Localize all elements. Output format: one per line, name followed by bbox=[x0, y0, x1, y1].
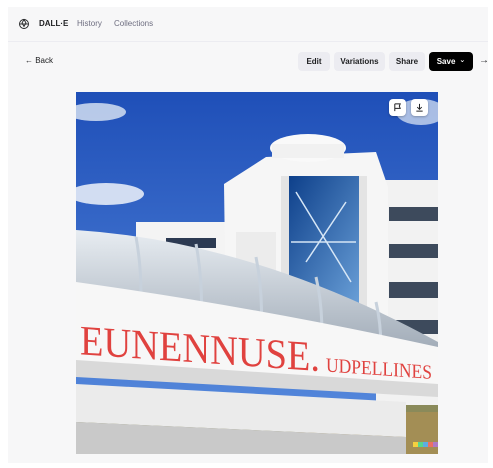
app-window: DALL·E History Collections ← Back Edit V… bbox=[8, 7, 488, 463]
flag-icon bbox=[394, 103, 401, 112]
save-button[interactable]: Save ⌄ bbox=[429, 52, 473, 71]
save-button-label: Save bbox=[436, 57, 456, 66]
top-nav: DALL·E History Collections bbox=[8, 7, 488, 41]
flag-button[interactable] bbox=[389, 99, 406, 116]
chevron-down-icon: ⌄ bbox=[459, 56, 466, 64]
back-link[interactable]: ← Back bbox=[25, 56, 53, 65]
variations-button[interactable]: Variations bbox=[334, 52, 385, 71]
download-button[interactable] bbox=[411, 99, 428, 116]
nav-history[interactable]: History bbox=[77, 19, 102, 28]
nav-collections[interactable]: Collections bbox=[114, 19, 153, 28]
edit-button-label: Edit bbox=[306, 57, 322, 66]
generated-image[interactable]: EUNENNUSE. UDPELLINES bbox=[76, 92, 438, 454]
collapse-panel-icon[interactable]: →| bbox=[479, 55, 488, 66]
share-button-label: Share bbox=[395, 57, 419, 66]
brand-name[interactable]: DALL·E bbox=[39, 19, 68, 28]
share-button[interactable]: Share bbox=[389, 52, 425, 71]
variations-button-label: Variations bbox=[340, 57, 379, 66]
edit-button[interactable]: Edit bbox=[298, 52, 330, 71]
generated-image-artwork: EUNENNUSE. UDPELLINES bbox=[76, 92, 438, 454]
download-icon bbox=[416, 103, 423, 112]
openai-logo-icon[interactable] bbox=[18, 18, 30, 30]
header-divider bbox=[8, 41, 488, 42]
